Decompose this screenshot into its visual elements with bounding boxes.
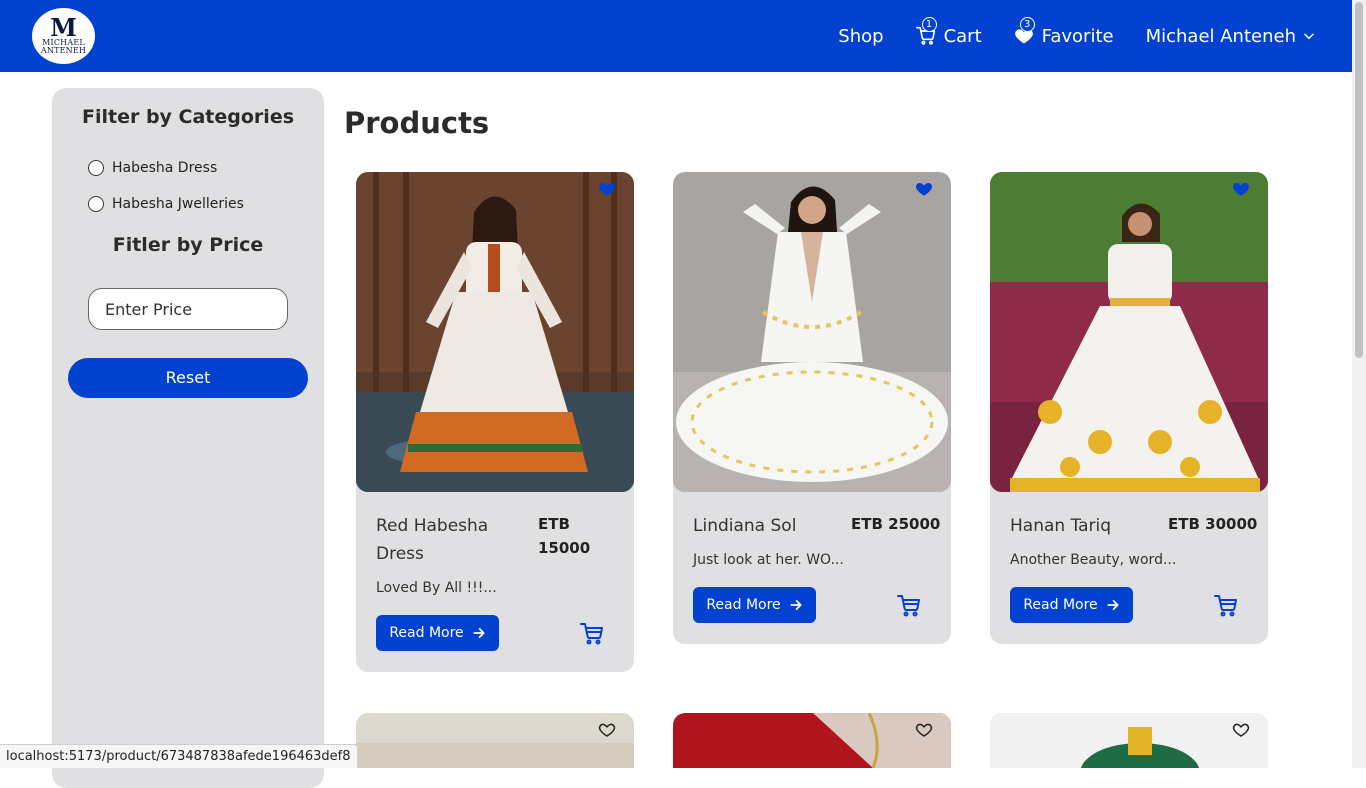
scrollbar-thumb[interactable] bbox=[1355, 2, 1363, 358]
favorite-count-badge: 3 bbox=[1019, 17, 1035, 32]
add-to-cart-icon[interactable] bbox=[1214, 594, 1238, 622]
read-more-label: Read More bbox=[1023, 597, 1098, 613]
logo-mark: M bbox=[50, 13, 77, 42]
price-filter-title: Fitler by Price bbox=[112, 234, 264, 256]
arrow-right-icon bbox=[1107, 600, 1119, 610]
user-menu[interactable]: Michael Anteneh bbox=[1146, 26, 1316, 47]
link-status-bar: localhost:5173/product/673487838afede196… bbox=[0, 744, 358, 768]
page-title: Products bbox=[344, 106, 490, 140]
product-image[interactable] bbox=[990, 713, 1268, 768]
category-option-habesha-dress[interactable]: Habesha Dress bbox=[88, 160, 217, 176]
product-price: ETB 25000 bbox=[851, 515, 941, 533]
product-image[interactable] bbox=[356, 713, 634, 768]
product-price: ETB 30000 bbox=[1168, 515, 1258, 533]
product-card: Lindiana Sol ETB 25000 Just look at her.… bbox=[673, 172, 951, 644]
heart-outline-icon[interactable] bbox=[598, 721, 616, 743]
filter-sidebar: Filter by Categories Habesha Dress Habes… bbox=[52, 88, 324, 788]
arrow-right-icon bbox=[790, 600, 802, 610]
read-more-button[interactable]: Read More bbox=[376, 615, 499, 651]
price-input[interactable] bbox=[88, 288, 288, 330]
read-more-label: Read More bbox=[706, 597, 781, 613]
add-to-cart-icon[interactable] bbox=[897, 594, 921, 622]
categories-title: Filter by Categories bbox=[81, 106, 295, 128]
radio-button[interactable] bbox=[88, 196, 104, 212]
product-image[interactable] bbox=[990, 172, 1268, 492]
heart-filled-icon[interactable] bbox=[915, 180, 933, 202]
product-card bbox=[673, 713, 951, 768]
product-name: Red Habesha Dress bbox=[376, 516, 489, 564]
nav-cart[interactable]: 1 Cart bbox=[915, 17, 982, 47]
product-image[interactable] bbox=[673, 713, 951, 768]
nav-cart-label: Cart bbox=[943, 25, 982, 47]
logo-text-line2: ANTENEH bbox=[40, 46, 87, 55]
product-card: Red Habesha Dress ETB 15000 Loved By All… bbox=[356, 172, 634, 672]
product-name: Lindiana Sol bbox=[693, 516, 797, 536]
product-card: Hanan Tariq ETB 30000 Another Beauty, wo… bbox=[990, 172, 1268, 644]
nav-favorite[interactable]: 3 Favorite bbox=[1014, 17, 1114, 47]
product-name: Hanan Tariq bbox=[1010, 516, 1112, 536]
read-more-button[interactable]: Read More bbox=[693, 587, 816, 623]
heart-filled-icon[interactable] bbox=[1232, 180, 1250, 202]
product-description: Just look at her. WO... bbox=[693, 552, 844, 568]
cart-count-badge: 1 bbox=[921, 17, 937, 32]
navbar: M MICHAEL ANTENEH Shop 1 Cart 3 Favorite… bbox=[0, 0, 1352, 72]
product-price: ETB 15000 bbox=[538, 515, 591, 557]
heart-outline-icon[interactable] bbox=[915, 721, 933, 743]
heart-outline-icon[interactable] bbox=[1232, 721, 1250, 743]
category-option-habesha-jewelleries[interactable]: Habesha Jwelleries bbox=[88, 196, 244, 212]
product-card bbox=[356, 713, 634, 768]
reset-button[interactable]: Reset bbox=[68, 358, 308, 398]
product-description: Another Beauty, word... bbox=[1010, 552, 1177, 568]
chevron-down-icon bbox=[1302, 29, 1316, 43]
read-more-button[interactable]: Read More bbox=[1010, 587, 1133, 623]
add-to-cart-icon[interactable] bbox=[580, 622, 604, 650]
heart-icon: 3 bbox=[1014, 17, 1035, 46]
category-label: Habesha Jwelleries bbox=[112, 196, 244, 212]
cart-icon: 1 bbox=[915, 17, 937, 46]
radio-button[interactable] bbox=[88, 160, 104, 176]
product-card bbox=[990, 713, 1268, 768]
brand-logo[interactable]: M MICHAEL ANTENEH bbox=[32, 8, 95, 64]
category-label: Habesha Dress bbox=[112, 160, 218, 176]
nav-favorite-label: Favorite bbox=[1041, 25, 1114, 47]
arrow-right-icon bbox=[473, 628, 485, 638]
nav-links: Shop 1 Cart 3 Favorite Michael Anteneh bbox=[806, 0, 1316, 72]
product-image[interactable] bbox=[356, 172, 634, 492]
page-scrollbar[interactable] bbox=[1352, 0, 1366, 768]
product-image[interactable] bbox=[673, 172, 951, 492]
nav-shop[interactable]: Shop bbox=[838, 26, 883, 47]
user-name: Michael Anteneh bbox=[1145, 25, 1296, 47]
heart-filled-icon[interactable] bbox=[598, 180, 616, 202]
read-more-label: Read More bbox=[389, 625, 464, 641]
product-description: Loved By All !!!... bbox=[376, 580, 497, 596]
